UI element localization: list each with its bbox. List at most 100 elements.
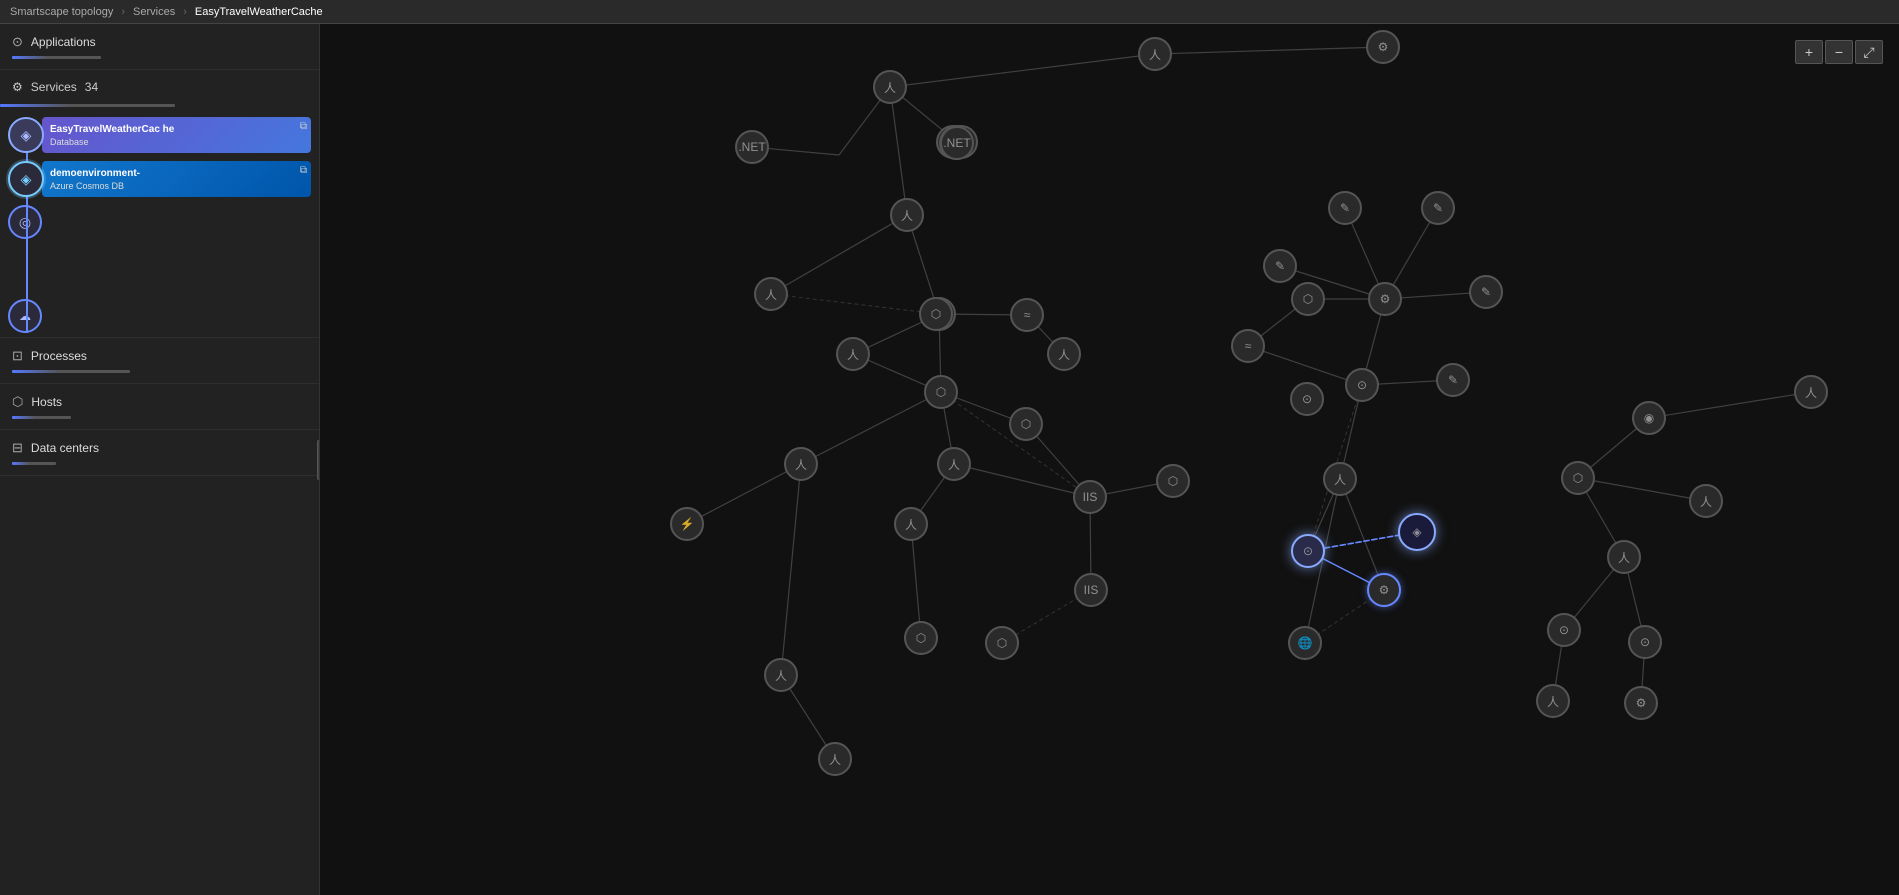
node-icon-n20: ⬡ (1021, 417, 1031, 431)
processes-header[interactable]: ⊡ Processes (12, 348, 307, 364)
breadcrumb-current: EasyTravelWeatherCache (195, 6, 323, 18)
topology-node-n38[interactable]: ≈ (1231, 329, 1265, 363)
topology-node-n10[interactable]: 人 (890, 198, 924, 232)
node-icon-n37: ✎ (1448, 373, 1458, 387)
breadcrumb-services[interactable]: Services (133, 6, 175, 18)
topology-node-n22[interactable]: IIS (1073, 480, 1107, 514)
topology-node-n41[interactable]: ⊙ (1291, 534, 1325, 568)
hosts-icon: ⬡ (12, 394, 23, 410)
topology-node-n29[interactable]: 人 (818, 742, 852, 776)
service-card-cosmos[interactable]: ◈ demoenvironment- Azure Cosmos DB ⧉ (8, 161, 311, 197)
topology-node-n6[interactable]: 人 (1138, 37, 1172, 71)
topology-node-n28[interactable]: 人 (764, 658, 798, 692)
sidebar-section-services: ⚙ Services 34 ◈ EasyTravelWeatherCac he … (0, 70, 319, 338)
topology-node-n33[interactable]: ✎ (1328, 191, 1362, 225)
topology-node-n24[interactable]: IIS (1074, 573, 1108, 607)
topology-node-dotnet1[interactable]: .NET (940, 126, 974, 160)
topology-node-n42[interactable]: ◈ (1398, 513, 1436, 551)
topology-node-n39[interactable]: 人 (1323, 462, 1357, 496)
topology-node-n45[interactable]: ⬡ (1561, 461, 1595, 495)
easytravel-ext-link-icon[interactable]: ⧉ (300, 121, 307, 132)
topology-node-n37[interactable]: ✎ (1436, 363, 1470, 397)
node-icon-n29: 人 (829, 751, 841, 768)
topology-node-n31[interactable]: ⊙ (1345, 368, 1379, 402)
topology-node-n20[interactable]: ⬡ (1009, 407, 1043, 441)
sidebar-section-processes: ⊡ Processes (0, 338, 319, 384)
sidebar: ◀ ⊙ Applications ⚙ Services 34 (0, 24, 320, 895)
topology-node-n7[interactable]: ⚙ (1366, 30, 1400, 64)
topology-node-n49[interactable]: ⊙ (1628, 625, 1662, 659)
topology-node-n36[interactable]: ✎ (1469, 275, 1503, 309)
topology-node-n18[interactable]: 人 (784, 447, 818, 481)
topology-node-n26[interactable]: ⬡ (985, 626, 1019, 660)
topology-node-n11[interactable]: 人 (754, 277, 788, 311)
node-icon-n50: 人 (1547, 693, 1559, 710)
topology-node-n34[interactable]: ✎ (1421, 191, 1455, 225)
hosts-label: Hosts (31, 395, 62, 409)
datacenters-icon: ⊟ (12, 440, 23, 456)
zoom-fit-button[interactable]: ⤢ (1855, 40, 1883, 64)
node-icon-n48: ⊙ (1559, 623, 1569, 637)
node-icon-n31: ⊙ (1357, 378, 1367, 392)
topology-node-n50[interactable]: 人 (1536, 684, 1570, 718)
node-icon-n46: 人 (1700, 493, 1712, 510)
topology-node-n35[interactable]: ✎ (1263, 249, 1297, 283)
zoom-out-button[interactable]: − (1825, 40, 1853, 64)
topbar: Smartscape topology › Services › EasyTra… (0, 0, 1899, 24)
services-header[interactable]: ⚙ Services 34 (0, 70, 319, 100)
topology-node-n53[interactable]: 人 (1794, 375, 1828, 409)
topology-node-n14[interactable]: 人 (836, 337, 870, 371)
topology-node-n43[interactable]: ⚙ (1367, 573, 1401, 607)
services-count: 34 (85, 80, 98, 94)
topology-node-n15[interactable]: 人 (1047, 337, 1081, 371)
node-icon-n30: ⬡ (1303, 292, 1313, 306)
topology-node-n40[interactable]: ⊙ (1290, 382, 1324, 416)
topology-node-n48[interactable]: ⊙ (1547, 613, 1581, 647)
topology-node-n17[interactable]: ⬡ (919, 297, 953, 331)
applications-header[interactable]: ⊙ Applications (12, 34, 307, 50)
topology-node-n16[interactable]: ≈ (1010, 298, 1044, 332)
topology-node-n47[interactable]: 人 (1607, 540, 1641, 574)
service-cards-container: ◈ EasyTravelWeatherCac he Database ⧉ ◈ d… (0, 117, 319, 333)
hosts-header[interactable]: ⬡ Hosts (12, 394, 307, 410)
topology-node-n30[interactable]: ⬡ (1291, 282, 1325, 316)
topology-node-n23[interactable]: 人 (894, 507, 928, 541)
topology-node-n19[interactable]: 人 (937, 447, 971, 481)
topology-node-n27[interactable]: ⚡ (670, 507, 704, 541)
cosmos-info-card[interactable]: demoenvironment- Azure Cosmos DB ⧉ (42, 161, 311, 197)
topology-node-n3[interactable]: .NET (735, 130, 769, 164)
node-icon-n44: 🌐 (1298, 636, 1313, 650)
topology-node-n25[interactable]: ⬡ (904, 621, 938, 655)
node-icon-n19: 人 (948, 456, 960, 473)
main-layout: ◀ ⊙ Applications ⚙ Services 34 (0, 24, 1899, 895)
cosmos-ext-link-icon[interactable]: ⧉ (300, 165, 307, 176)
topology-node-n1[interactable]: 人 (873, 70, 907, 104)
service-card-easytravel[interactable]: ◈ EasyTravelWeatherCac he Database ⧉ (8, 117, 311, 153)
node-icon-n11: 人 (765, 286, 777, 303)
topology-node-n46[interactable]: 人 (1689, 484, 1723, 518)
sidebar-section-datacenters: ⊟ Data centers (0, 430, 319, 476)
topology-node-n13[interactable]: ⬡ (924, 375, 958, 409)
zoom-in-button[interactable]: + (1795, 40, 1823, 64)
breadcrumb: Smartscape topology › Services › EasyTra… (10, 6, 323, 18)
hosts-bar (12, 416, 71, 419)
cloud-node[interactable]: ☁ (8, 299, 319, 333)
node-icon-n18: 人 (795, 456, 807, 473)
node-icon-n49: ⊙ (1640, 635, 1650, 649)
datacenters-header[interactable]: ⊟ Data centers (12, 440, 307, 456)
node-icon-n39: 人 (1334, 471, 1346, 488)
services-label: Services (31, 80, 77, 94)
topology-node-n32[interactable]: ⚙ (1368, 282, 1402, 316)
applications-label: Applications (31, 35, 96, 49)
topology-node-n21[interactable]: ⬡ (1156, 464, 1190, 498)
easytravel-info-card[interactable]: EasyTravelWeatherCac he Database ⧉ (42, 117, 311, 153)
topology-node-n51[interactable]: ⚙ (1624, 686, 1658, 720)
topology-node-n52[interactable]: ◉ (1632, 401, 1666, 435)
cosmos-title: demoenvironment- (50, 168, 303, 180)
breadcrumb-smartscape[interactable]: Smartscape topology (10, 6, 113, 18)
topology-canvas[interactable]: + − ⤢ (320, 24, 1899, 895)
host-node-small[interactable]: ◎ (8, 205, 319, 239)
node-icon-n21: ⬡ (1168, 474, 1178, 488)
topology-node-n44[interactable]: 🌐 (1288, 626, 1322, 660)
host-node-icon: ◎ (8, 205, 42, 239)
